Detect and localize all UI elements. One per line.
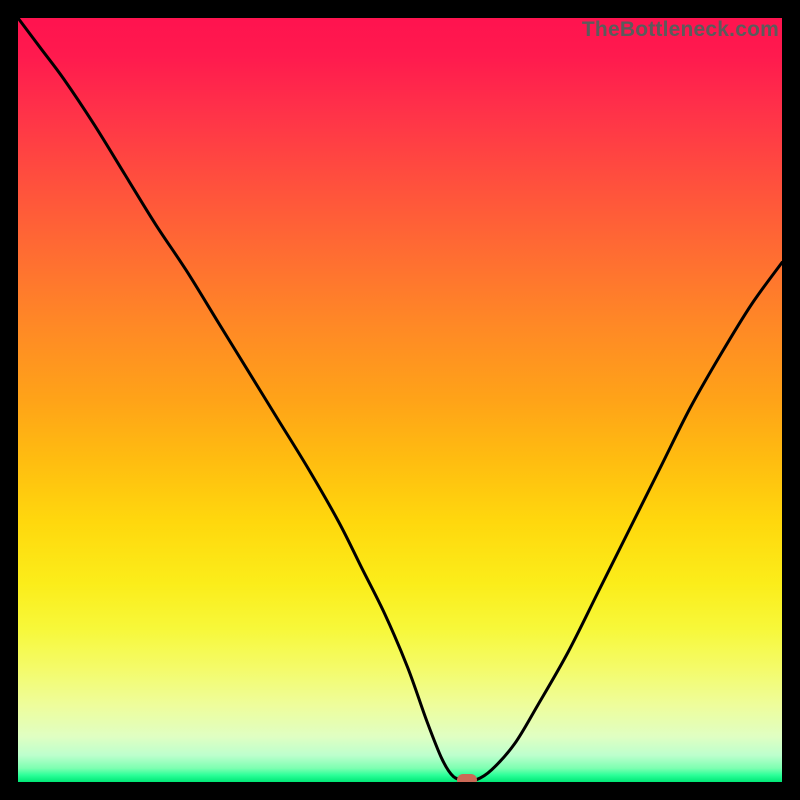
plot-area: TheBottleneck.com xyxy=(18,18,782,782)
optimal-marker xyxy=(457,774,477,782)
bottleneck-curve xyxy=(18,18,782,782)
chart-frame: TheBottleneck.com xyxy=(0,0,800,800)
